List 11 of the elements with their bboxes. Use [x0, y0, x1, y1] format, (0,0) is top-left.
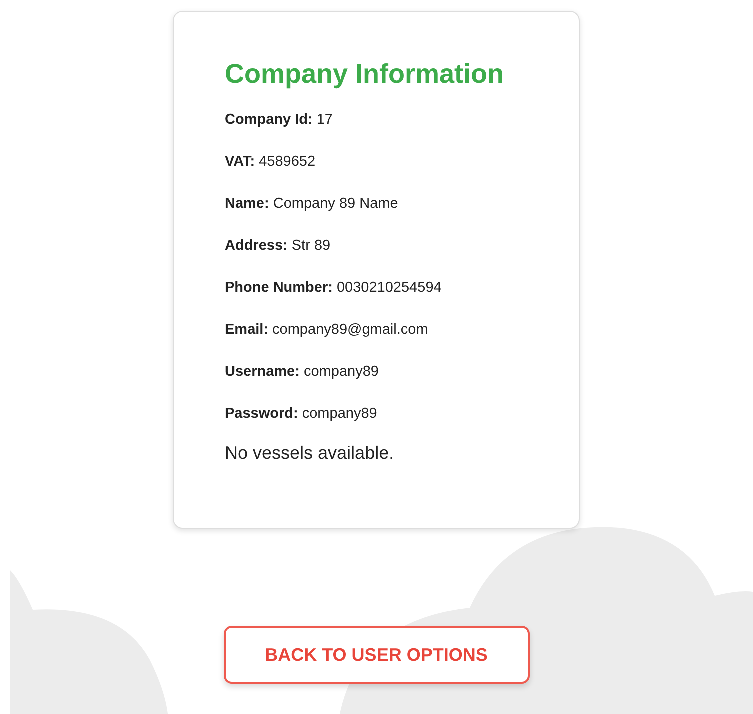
info-line: Phone Number: 0030210254594 — [225, 279, 443, 298]
empty-message: No vessels available. — [225, 443, 396, 463]
info-line: Address: Str 89 — [225, 237, 332, 256]
info-line: Password: company89 — [225, 405, 378, 424]
info-line: Email: company89@gmail.com — [225, 321, 430, 340]
info-line: VAT: 4589652 — [225, 153, 317, 172]
card-title: Company Information — [225, 58, 506, 91]
info-line: Name: Company 89 Name — [225, 195, 400, 214]
back-button[interactable]: BACK TO USER OPTIONS — [224, 626, 530, 684]
info-line: Company Id: 17 — [225, 111, 334, 130]
info-line: Username: company89 — [225, 363, 380, 382]
